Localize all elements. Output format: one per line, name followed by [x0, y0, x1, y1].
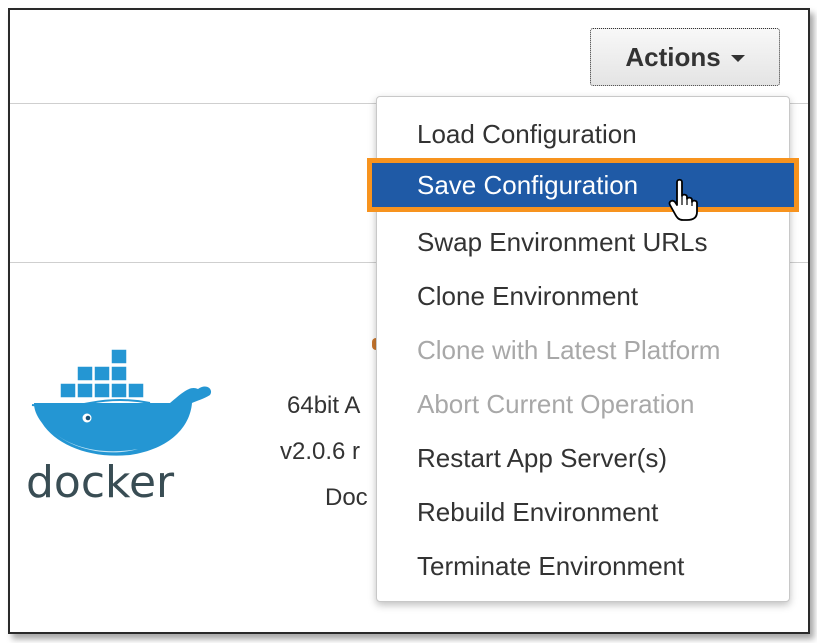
docker-wordmark: docker: [26, 457, 175, 505]
menu-item-clone-with-latest-platform: Clone with Latest Platform: [417, 334, 721, 365]
menu-item-load-configuration[interactable]: Load Configuration: [377, 107, 789, 161]
screenshot-frame: Actions docker 64bit A v2.0.6 r Doc Load…: [8, 8, 810, 634]
menu-item-swap-environment-urls[interactable]: Swap Environment URLs: [377, 215, 789, 269]
menu-item-restart-app-servers[interactable]: Restart App Server(s): [377, 431, 789, 485]
menu-item-terminate-environment[interactable]: Terminate Environment: [377, 539, 789, 593]
menu-item-save-configuration[interactable]: Save Configuration: [367, 158, 799, 212]
actions-button[interactable]: Actions: [590, 28, 780, 86]
platform-line-1: 64bit A: [287, 392, 361, 419]
platform-line-2: v2.0.6 r: [280, 438, 361, 465]
platform-line-3: Doc: [325, 484, 368, 511]
hand-cursor-icon: [668, 178, 698, 221]
actions-menu: Load Configuration Save Configuration Sw…: [367, 96, 799, 602]
docker-logo: docker: [26, 348, 212, 505]
menu-item-abort-current-operation: Abort Current Operation: [417, 388, 695, 419]
actions-button-label: Actions: [625, 41, 721, 72]
menu-item-rebuild-environment[interactable]: Rebuild Environment: [377, 485, 789, 539]
caret-down-icon: [730, 55, 745, 62]
menu-item-clone-environment[interactable]: Clone Environment: [377, 269, 789, 323]
